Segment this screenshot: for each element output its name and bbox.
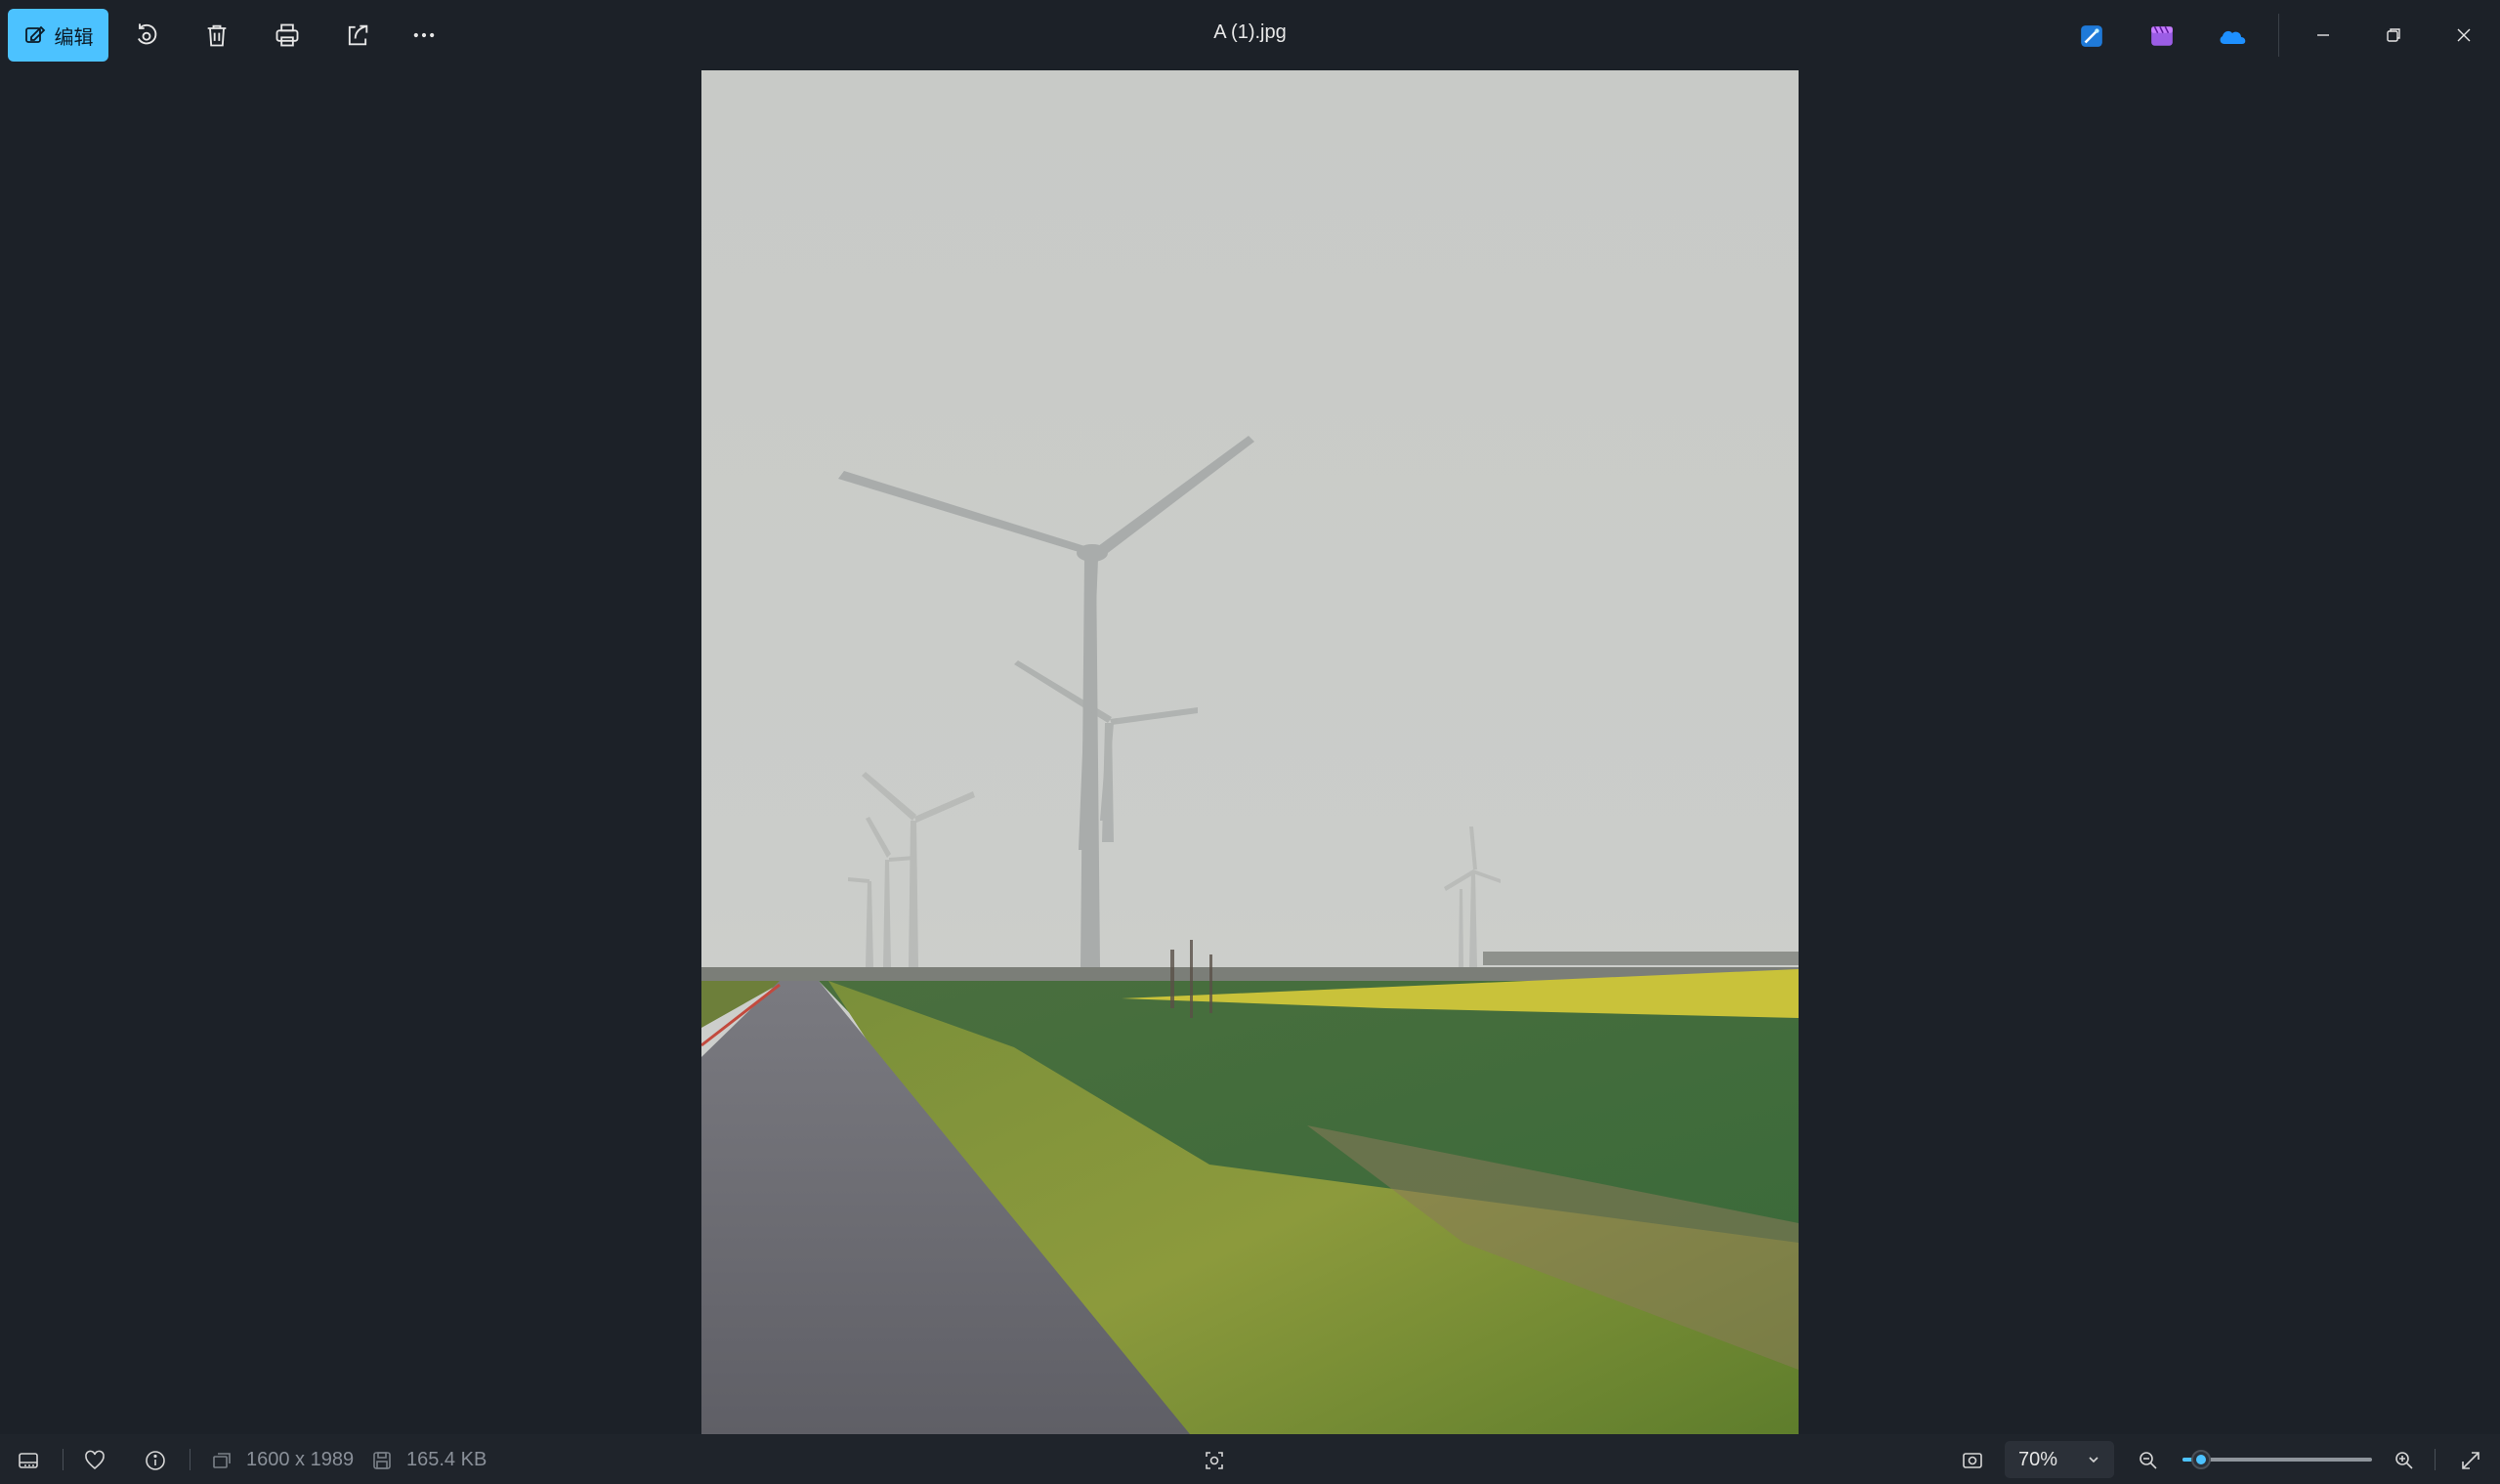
onedrive-button[interactable]	[2216, 20, 2249, 53]
chevron-down-icon	[2089, 1457, 2098, 1463]
wind-turbine-photo	[701, 70, 1799, 1434]
fit-window-icon	[1963, 1453, 1982, 1468]
info-icon	[146, 1451, 165, 1470]
share-icon	[348, 24, 368, 46]
restore-icon	[2387, 28, 2400, 42]
clipchamp-icon	[2151, 25, 2173, 46]
edit-icon	[23, 23, 47, 47]
clipchamp-button[interactable]	[2145, 20, 2179, 53]
photo-view[interactable]	[701, 70, 1799, 1434]
toolbar-divider	[2278, 14, 2279, 57]
dimensions-icon-wrap	[207, 1446, 236, 1475]
zoom-slider[interactable]	[2182, 1450, 2372, 1469]
zoom-value: 70%	[2018, 1448, 2058, 1470]
statusbar-divider	[63, 1449, 64, 1470]
file-size: 165.4 KB	[406, 1449, 487, 1470]
filesize-icon-wrap	[367, 1446, 397, 1475]
rotate-icon	[138, 23, 157, 45]
image-dimensions: 1600 x 1989	[246, 1449, 355, 1470]
photos-app-window: 编辑 A (1).jpg 1600 x 1989 165.4 KB 70%	[0, 0, 2500, 1484]
fit-to-window-button[interactable]	[1958, 1446, 1987, 1475]
rotate-button[interactable]	[129, 18, 164, 53]
delete-icon	[207, 24, 227, 47]
zoom-slider-thumb[interactable]	[2191, 1450, 2211, 1469]
delete-button[interactable]	[199, 18, 234, 53]
designer-icon	[2081, 25, 2102, 47]
zoom-out-button[interactable]	[2134, 1446, 2163, 1475]
edit-button[interactable]: 编辑	[8, 9, 108, 62]
dimensions-icon	[213, 1453, 231, 1468]
favorite-button[interactable]	[80, 1446, 109, 1475]
full-screen-button[interactable]	[2456, 1446, 2485, 1475]
save-disk-icon	[373, 1452, 391, 1469]
designer-button[interactable]	[2075, 20, 2108, 53]
share-button[interactable]	[340, 18, 375, 53]
zoom-out-icon	[2140, 1452, 2157, 1469]
zoom-in-button[interactable]	[2390, 1446, 2419, 1475]
status-bar: 1600 x 1989 165.4 KB 70%	[0, 1434, 2500, 1484]
statusbar-divider	[2435, 1449, 2436, 1470]
visual-search-icon	[1206, 1452, 1223, 1469]
filmstrip-button[interactable]	[14, 1446, 43, 1475]
zoom-in-icon	[2395, 1452, 2413, 1469]
minimize-icon	[2317, 34, 2329, 36]
visual-search-button[interactable]	[1200, 1446, 1229, 1475]
more-icon	[413, 32, 435, 38]
edit-label: 编辑	[54, 26, 94, 49]
expand-icon	[2462, 1452, 2479, 1469]
statusbar-divider	[190, 1449, 191, 1470]
minimize-button[interactable]	[2304, 16, 2343, 55]
zoom-level-dropdown[interactable]: 70%	[2005, 1441, 2114, 1478]
onedrive-icon	[2220, 30, 2246, 44]
file-info-button[interactable]	[141, 1446, 170, 1475]
restore-button[interactable]	[2374, 16, 2413, 55]
top-toolbar: 编辑 A (1).jpg	[0, 0, 2500, 70]
filmstrip-icon	[19, 1453, 38, 1468]
heart-icon	[85, 1450, 105, 1470]
more-options-button[interactable]	[406, 18, 442, 53]
print-button[interactable]	[270, 18, 305, 53]
close-icon	[2457, 28, 2471, 42]
print-icon	[275, 23, 299, 47]
close-button[interactable]	[2444, 16, 2483, 55]
